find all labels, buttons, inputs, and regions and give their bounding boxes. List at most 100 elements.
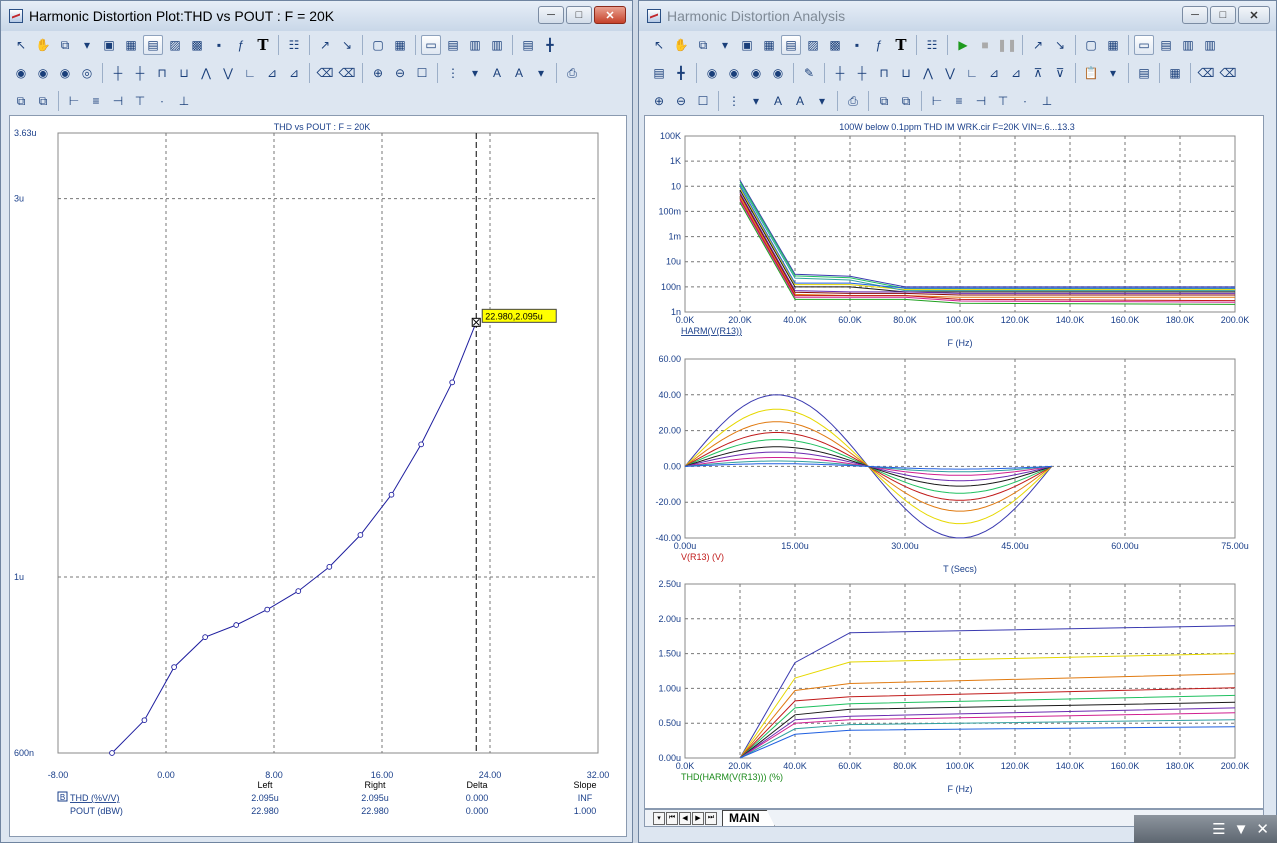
- zoom-box-icon[interactable]: ▦: [759, 35, 779, 55]
- edit-icon[interactable]: ✎: [799, 63, 819, 83]
- align-bottom-icon[interactable]: ⊥: [1037, 91, 1057, 111]
- clipboard-icon[interactable]: 📋: [1081, 63, 1101, 83]
- formula-icon[interactable]: ƒ: [231, 35, 251, 55]
- global-high-icon[interactable]: ⊿: [984, 63, 1004, 83]
- chevron-down-icon[interactable]: ▼: [1234, 821, 1249, 838]
- zoom-fit-3-icon[interactable]: ◉: [746, 63, 766, 83]
- tokens-icon[interactable]: ▨: [165, 35, 185, 55]
- crosshair-icon[interactable]: ╋: [671, 63, 691, 83]
- image-icon[interactable]: ▣: [737, 35, 757, 55]
- copy-dropdown-icon[interactable]: ⧉: [55, 35, 75, 55]
- inflection-icon[interactable]: ∟: [962, 63, 982, 83]
- run-icon[interactable]: ▶: [953, 35, 973, 55]
- high-icon[interactable]: ⋀: [196, 63, 216, 83]
- data-points-icon[interactable]: ▤: [143, 35, 163, 55]
- top-icon[interactable]: ⊼: [1028, 63, 1048, 83]
- split-icon[interactable]: ▤: [518, 35, 538, 55]
- align-center-icon[interactable]: ≡: [949, 91, 969, 111]
- layout-1-icon[interactable]: ▭: [421, 35, 441, 55]
- valley-icon[interactable]: ⊔: [174, 63, 194, 83]
- align-bottom-icon[interactable]: ⊥: [174, 91, 194, 111]
- fit-height-icon[interactable]: ⌫: [337, 63, 357, 83]
- zoom-in-icon[interactable]: ⊕: [649, 91, 669, 111]
- print-icon[interactable]: ⎙: [843, 91, 863, 111]
- last-tab-icon[interactable]: ⏭: [705, 811, 717, 825]
- zoom-percent-icon[interactable]: ☐: [693, 91, 713, 111]
- font-icon[interactable]: A: [768, 91, 788, 111]
- right-titlebar[interactable]: Harmonic Distortion Analysis ─ □ ✕: [639, 1, 1276, 31]
- grid-dots-icon[interactable]: ⋮: [443, 63, 463, 83]
- peak-icon[interactable]: ⊓: [152, 63, 172, 83]
- layout-4-icon[interactable]: ▥: [487, 35, 507, 55]
- data-points-icon[interactable]: ▤: [781, 35, 801, 55]
- send-back-icon[interactable]: ⧉: [33, 91, 53, 111]
- align-center-icon[interactable]: ≡: [86, 91, 106, 111]
- chevron-down-icon[interactable]: ▾: [812, 91, 832, 111]
- prev-tab-icon[interactable]: ◀: [679, 811, 691, 825]
- zoom-disabled-icon[interactable]: ◎: [77, 63, 97, 83]
- next-valley-icon[interactable]: ┼: [852, 63, 872, 83]
- chevron-down-icon[interactable]: ▾: [465, 63, 485, 83]
- tokens-icon[interactable]: ▨: [803, 35, 823, 55]
- fit-width-icon[interactable]: ⌫: [1196, 63, 1216, 83]
- pointer-icon[interactable]: ↖: [649, 35, 669, 55]
- zoom-fit-icon[interactable]: ◉: [702, 63, 722, 83]
- harmonic-analysis-window[interactable]: Harmonic Distortion Analysis ─ □ ✕ ↖ ✋ ⧉…: [638, 0, 1277, 843]
- grid-icon[interactable]: ▦: [390, 35, 410, 55]
- cursor-left-icon[interactable]: ↗: [1028, 35, 1048, 55]
- bring-front-icon[interactable]: ⧉: [11, 91, 31, 111]
- font-icon[interactable]: A: [487, 63, 507, 83]
- thd-plot-area[interactable]: THD vs POUT : F = 20K 3.63u 3u 1u 600n -8.0…: [9, 115, 627, 837]
- align-right-icon[interactable]: ⊣: [108, 91, 128, 111]
- layout-2-icon[interactable]: ▤: [443, 35, 463, 55]
- next-tab-icon[interactable]: ▶: [692, 811, 704, 825]
- next-peak-icon[interactable]: ┼: [830, 63, 850, 83]
- align-right-icon[interactable]: ⊣: [971, 91, 991, 111]
- align-middle-icon[interactable]: ∙: [152, 91, 172, 111]
- low-icon[interactable]: ⋁: [218, 63, 238, 83]
- image-icon[interactable]: ▣: [99, 35, 119, 55]
- chevron-down-icon[interactable]: ▾: [746, 91, 766, 111]
- print-icon[interactable]: ⎙: [562, 63, 582, 83]
- align-top-icon[interactable]: ⊤: [130, 91, 150, 111]
- minimize-button[interactable]: ─: [538, 6, 564, 24]
- cursor-right-icon[interactable]: ↘: [1050, 35, 1070, 55]
- left-titlebar[interactable]: Harmonic Distortion Plot:THD vs POUT : F…: [1, 1, 632, 31]
- analysis-charts[interactable]: 100W below 0.1ppm THD IM WRK.cir F=20K V…: [645, 116, 1263, 808]
- chevron-down-icon[interactable]: ▾: [1103, 63, 1123, 83]
- formula-icon[interactable]: ƒ: [869, 35, 889, 55]
- box-icon[interactable]: ▢: [368, 35, 388, 55]
- chevron-down-icon[interactable]: ▾: [77, 35, 97, 55]
- tab-main[interactable]: MAIN: [722, 810, 775, 826]
- zoom-fit-2-icon[interactable]: ◉: [724, 63, 744, 83]
- stop-icon[interactable]: ■: [975, 35, 995, 55]
- close-button[interactable]: ✕: [594, 6, 626, 24]
- global-low-icon[interactable]: ⊿: [1006, 63, 1026, 83]
- chevron-down-icon[interactable]: ▾: [715, 35, 735, 55]
- first-tab-icon[interactable]: ⏮: [666, 811, 678, 825]
- bottom-icon[interactable]: ⊽: [1050, 63, 1070, 83]
- layout-3-icon[interactable]: ▥: [465, 35, 485, 55]
- cursor[interactable]: 22.980,2.095u: [471, 133, 557, 753]
- copy-dropdown-icon[interactable]: ⧉: [693, 35, 713, 55]
- align-left-icon[interactable]: ⊢: [64, 91, 84, 111]
- next-peak-icon[interactable]: ┼: [108, 63, 128, 83]
- pan-hand-icon[interactable]: ✋: [33, 35, 53, 55]
- close-icon[interactable]: ✕: [1256, 820, 1269, 838]
- minimize-button[interactable]: ─: [1182, 6, 1208, 24]
- properties-icon[interactable]: ☷: [284, 35, 304, 55]
- zoom-in-icon[interactable]: ⊕: [368, 63, 388, 83]
- layout-1-icon[interactable]: ▭: [1134, 35, 1154, 55]
- fit-height-icon[interactable]: ⌫: [1218, 63, 1238, 83]
- pointer-icon[interactable]: ↖: [11, 35, 31, 55]
- zoom-fit-icon[interactable]: ◉: [11, 63, 31, 83]
- split-icon[interactable]: ▤: [649, 63, 669, 83]
- cursor-left-icon[interactable]: ↗: [315, 35, 335, 55]
- crosshair-icon[interactable]: ╋: [540, 35, 560, 55]
- high-icon[interactable]: ⋀: [918, 63, 938, 83]
- layout-3-icon[interactable]: ▥: [1178, 35, 1198, 55]
- peak-icon[interactable]: ⊓: [874, 63, 894, 83]
- zoom-box-icon[interactable]: ▦: [121, 35, 141, 55]
- cursor-right-icon[interactable]: ↘: [337, 35, 357, 55]
- global-high-icon[interactable]: ⊿: [262, 63, 282, 83]
